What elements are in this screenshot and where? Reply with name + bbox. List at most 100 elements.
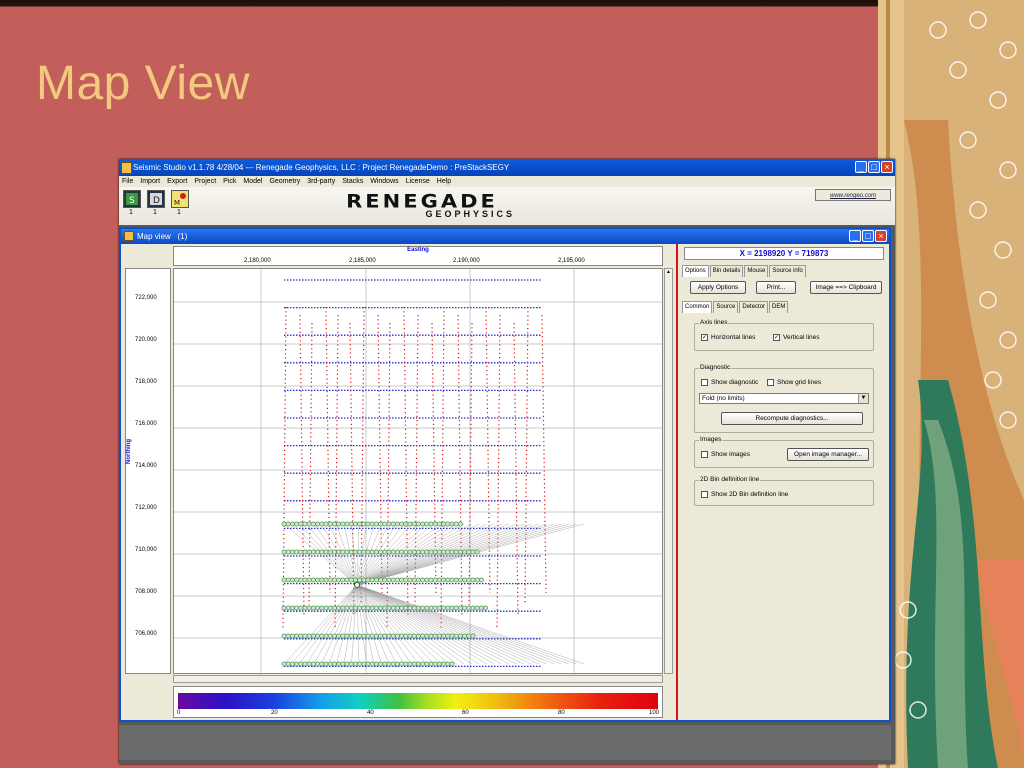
receiver-station [432, 549, 438, 555]
print-button[interactable]: Print... [756, 281, 796, 294]
receiver-station [315, 521, 320, 527]
receiver-station [390, 521, 396, 527]
receiver-station [315, 605, 320, 611]
shot-ray [356, 584, 570, 665]
menu-import[interactable]: Import [140, 176, 160, 187]
receiver-station [411, 633, 417, 639]
menu-file[interactable]: File [122, 176, 133, 187]
receiver-station [394, 661, 400, 667]
receiver-station [436, 521, 442, 527]
receiver-station [310, 549, 316, 555]
subtab-source[interactable]: Source [713, 301, 739, 313]
receiver-station [340, 577, 346, 583]
receiver-station [453, 605, 459, 611]
panel-splitter[interactable] [676, 244, 678, 720]
receiver-station [462, 577, 467, 583]
website-link[interactable]: www.rengeo.com [815, 189, 891, 201]
menu-model[interactable]: Model [243, 176, 262, 187]
show-2d-bin-checkbox[interactable] [701, 491, 708, 498]
m-badge-icon[interactable]: M [171, 190, 189, 208]
s-badge-icon[interactable]: S [123, 190, 141, 208]
receiver-station [399, 521, 404, 527]
receiver-station [382, 661, 388, 667]
receiver-station [327, 549, 333, 555]
tab-mouse[interactable]: Mouse [744, 265, 769, 277]
d-badge-icon[interactable]: D [147, 190, 165, 208]
receiver-station [436, 633, 442, 639]
receiver-station [310, 521, 316, 527]
receiver-station [407, 661, 413, 667]
receiver-station [449, 605, 455, 611]
s-badge-count: 1 [129, 209, 133, 216]
receiver-station [474, 577, 480, 583]
fold-select-value: Fold (no limits) [702, 395, 745, 402]
menu-project[interactable]: Project [194, 176, 216, 187]
menu-3rd-party[interactable]: 3rd-party [307, 176, 335, 187]
slide-title: Map View [36, 57, 250, 110]
app-titlebar[interactable]: Seismic Studio v1.1.78 4/28/04 --- Reneg… [119, 159, 895, 176]
receiver-station [285, 577, 291, 583]
maximize-icon[interactable]: □ [868, 161, 880, 173]
map-maximize-icon[interactable]: □ [862, 230, 874, 242]
y-tick-label: 720,000 [135, 337, 157, 343]
minimize-icon[interactable]: _ [855, 161, 867, 173]
receiver-station [327, 633, 333, 639]
menu-windows[interactable]: Windows [370, 176, 398, 187]
horizontal-lines-checkbox[interactable]: ✓ [701, 334, 708, 341]
recompute-diagnostics-button[interactable]: Recompute diagnostics... [721, 412, 863, 425]
receiver-station [445, 661, 451, 667]
diagnostic-label: Diagnostic [699, 364, 732, 371]
toolbar: S 1 D 1 M 1 RENEGADE GEOPHYSICS www.reng… [119, 187, 895, 225]
app-icon [121, 162, 132, 174]
tab-bin-details[interactable]: Bin details [709, 265, 744, 277]
show-grid-lines-checkbox[interactable] [767, 379, 774, 386]
menu-stacks[interactable]: Stacks [342, 176, 363, 187]
show-diagnostic-checkbox[interactable] [701, 379, 708, 386]
map-horizontal-scrollbar[interactable] [173, 675, 663, 683]
y-axis: Northing 722,000 720,000 718,000 716,000… [125, 268, 171, 674]
shot-ray [356, 584, 442, 665]
bin-definition-label: 2D Bin definition line [699, 476, 761, 483]
survey-map-plot[interactable] [173, 268, 663, 674]
menu-geometry[interactable]: Geometry [269, 176, 300, 187]
receiver-station [453, 549, 459, 555]
receiver-station [344, 549, 350, 555]
receiver-station [340, 633, 346, 639]
receiver-station [407, 577, 413, 583]
menu-export[interactable]: Export [167, 176, 187, 187]
chevron-down-icon[interactable]: ▼ [858, 394, 868, 403]
open-image-manager-button[interactable]: Open image manager... [787, 448, 869, 461]
tab-options[interactable]: Options [682, 265, 709, 277]
receiver-station [453, 521, 459, 527]
subtab-common[interactable]: Common [682, 301, 713, 313]
receiver-station [378, 577, 383, 583]
map-minimize-icon[interactable]: _ [849, 230, 861, 242]
map-view-titlebar[interactable]: Map view (1) _ □ × [121, 229, 889, 244]
receiver-station [478, 577, 484, 583]
receiver-station [327, 661, 333, 667]
fold-select[interactable]: Fold (no limits) ▼ [699, 393, 869, 404]
menu-help[interactable]: Help [437, 176, 451, 187]
receiver-station [390, 549, 396, 555]
subtab-dem[interactable]: DEM [769, 301, 789, 313]
menu-license[interactable]: License [406, 176, 430, 187]
map-close-icon[interactable]: × [875, 230, 887, 242]
receiver-station [340, 661, 346, 667]
receiver-station [281, 605, 287, 611]
menu-pick[interactable]: Pick [223, 176, 236, 187]
receiver-station [399, 661, 404, 667]
clipboard-button[interactable]: Image ==> Clipboard [810, 281, 882, 294]
receiver-station [290, 605, 295, 611]
receiver-station [399, 577, 404, 583]
map-vertical-scrollbar[interactable]: ▲ [664, 268, 673, 674]
tab-source-info[interactable]: Source info [769, 265, 806, 277]
close-icon[interactable]: × [881, 161, 893, 173]
colorbar-tick: 0 [177, 710, 181, 716]
apply-options-button[interactable]: Apply Options [690, 281, 746, 294]
show-images-checkbox[interactable] [701, 451, 708, 458]
receiver-station [361, 633, 367, 639]
scroll-up-icon[interactable]: ▲ [665, 269, 672, 275]
vertical-lines-checkbox[interactable]: ✓ [773, 334, 780, 341]
subtab-detector[interactable]: Detector [739, 301, 769, 313]
receiver-station [348, 661, 354, 667]
